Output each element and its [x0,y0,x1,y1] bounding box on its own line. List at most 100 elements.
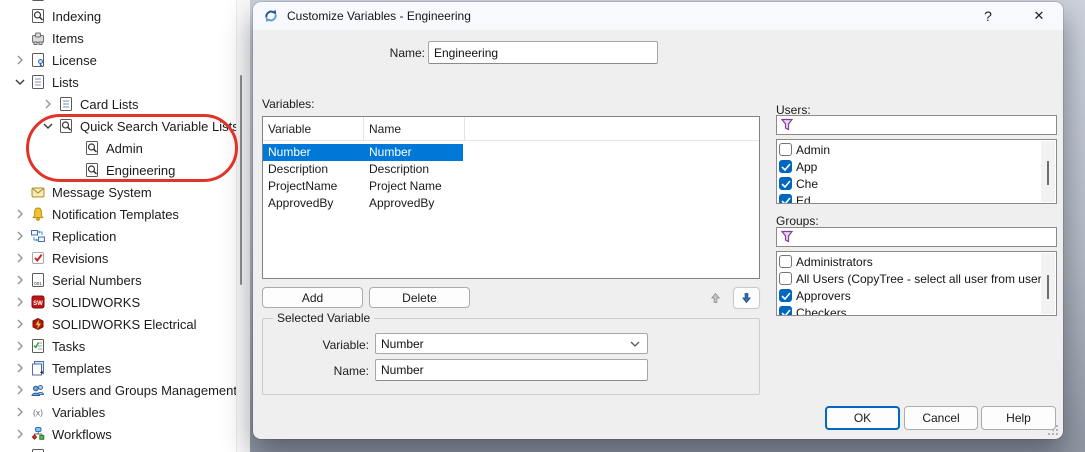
add-button[interactable]: Add [262,287,363,308]
variables-table-header[interactable]: Variable Name [263,117,759,141]
cell-name[interactable]: Project Name [364,178,463,195]
groups-checkbox-list[interactable]: Administrators All Users (CopyTree - sel… [776,251,1057,316]
checkbox-checked-icon[interactable] [779,194,792,204]
variables-listbox[interactable]: Variable Name Number Number Description … [262,116,760,279]
cell-variable[interactable]: ProjectName [263,178,363,195]
list-item[interactable]: Ed [779,192,811,204]
sidebar-item-card-lists[interactable]: Card Lists [38,93,139,115]
list-name-input[interactable] [428,41,658,64]
cell-variable[interactable]: ApprovedBy [263,195,363,212]
sidebar-item-solidworks-electrical[interactable]: SOLIDWORKS Electrical [10,313,196,335]
sidebar-item-serial-numbers[interactable]: 001 Serial Numbers [10,269,142,291]
sidebar-item-solidworks[interactable]: SW SOLIDWORKS [10,291,140,313]
users-filter-input[interactable] [797,116,1052,134]
dialog-titlebar[interactable]: Customize Variables - Engineering ? ✕ [253,2,1063,30]
cancel-button[interactable]: Cancel [904,406,978,430]
variable-dropdown[interactable]: Number [375,333,648,354]
sidebar-item-variables[interactable]: (x) Variables [10,401,105,423]
checkbox-checked-icon[interactable] [779,160,792,173]
sidebar-item-templates[interactable]: Templates [10,357,111,379]
cell-name[interactable]: Description [364,161,463,178]
users-filter[interactable] [776,115,1057,135]
arrow-down-icon [740,291,753,305]
chevron-down-icon[interactable] [10,74,30,90]
checkbox-unchecked-icon[interactable] [779,143,792,156]
sidebar-item-label: Card Lists [80,97,139,112]
sidebar-item-indexing[interactable]: Indexing [10,5,101,27]
selected-name-input[interactable] [375,359,648,381]
scrollbar-thumb[interactable] [1047,275,1049,299]
chevron-right-icon[interactable] [10,338,30,354]
sidebar-item-lists[interactable]: Lists [10,71,79,93]
chevron-right-icon[interactable] [10,250,30,266]
chevron-right-icon[interactable] [10,228,30,244]
sidebar-item-license[interactable]: License [10,49,97,71]
list-item[interactable]: Approvers [779,287,851,304]
checkbox-checked-icon[interactable] [779,306,792,316]
column-header-variable[interactable]: Variable [263,117,363,141]
delete-button[interactable]: Delete [369,287,470,308]
chevron-right-icon[interactable] [10,426,30,442]
sidebar-item-revisions[interactable]: Revisions [10,247,108,269]
chevron-right-icon[interactable] [10,404,30,420]
chevron-right-icon[interactable] [10,206,30,222]
list-item[interactable]: Che [779,175,818,192]
sidebar-scrollbar[interactable] [236,0,250,452]
checkbox-unchecked-icon[interactable] [779,255,792,268]
list-item[interactable]: App [779,158,817,175]
list-item[interactable]: Admin [779,141,830,158]
sidebar-item-notification-templates[interactable]: Notification Templates [10,203,179,225]
cell-name[interactable]: Number [364,144,463,161]
move-down-button[interactable] [733,287,760,309]
move-up-button[interactable] [702,287,729,309]
table-row[interactable]: Number Number [263,144,463,161]
sidebar-item-tasks[interactable]: Tasks [10,335,85,357]
column-header-name[interactable]: Name [364,117,464,141]
table-row[interactable]: ProjectName Project Name [263,178,463,195]
chevron-right-icon[interactable] [10,272,30,288]
chevron-right-icon[interactable] [10,382,30,398]
checkbox-checked-icon[interactable] [779,289,792,302]
cell-variable[interactable]: Number [263,144,363,161]
sidebar-item-users-and-groups-management[interactable]: Users and Groups Management [10,379,236,401]
sidebar-item-replication[interactable]: Replication [10,225,116,247]
close-icon[interactable]: ✕ [1019,2,1059,30]
license-icon [30,52,46,68]
groups-filter-input[interactable] [797,228,1052,246]
list-item[interactable]: Checkers [779,304,847,316]
checkbox-checked-icon[interactable] [779,177,792,190]
tree-item-partial-bottom[interactable] [10,445,52,452]
sidebar-item-workflows[interactable]: Workflows [10,423,112,445]
sidebar-item-message-system[interactable]: Message System [10,181,152,203]
cell-variable[interactable]: Description [263,161,363,178]
sidebar-item-engineering[interactable]: Engineering [64,159,175,181]
dialog-help-button[interactable]: ? [968,2,1008,30]
sidebar-item-quick-search-variable-lists[interactable]: Quick Search Variable Lists [38,115,236,137]
chevron-right-icon[interactable] [10,294,30,310]
cell-name[interactable]: ApprovedBy [364,195,463,212]
checkbox-unchecked-icon[interactable] [779,272,792,285]
resize-grip-icon[interactable] [1048,425,1058,435]
groups-filter[interactable] [776,227,1057,247]
list-item[interactable]: Administrators [779,253,873,270]
users-checkbox-list[interactable]: Admin App Che Ed [776,139,1057,204]
ok-button[interactable]: OK [825,406,900,430]
chevron-right-icon[interactable] [10,360,30,376]
list-item[interactable]: All Users (CopyTree - select all user fr… [779,270,1052,287]
sidebar-scrollbar-thumb[interactable] [240,75,242,285]
help-button[interactable]: Help [981,406,1056,430]
chevron-down-icon[interactable] [38,118,58,134]
chevron-down-icon [630,341,640,348]
scrollbar-thumb[interactable] [1047,161,1049,185]
table-row[interactable]: ApprovedBy ApprovedBy [263,195,463,212]
table-row[interactable]: Description Description [263,161,463,178]
chevron-right-icon[interactable] [10,52,30,68]
chevron-right-icon[interactable] [10,316,30,332]
column-divider[interactable] [464,117,465,141]
column-divider[interactable] [363,117,364,141]
sidebar-item-admin[interactable]: Admin [64,137,143,159]
sidebar-item-items[interactable]: Items [10,27,84,49]
groups-list-scrollbar[interactable] [1041,253,1055,314]
users-list-scrollbar[interactable] [1041,141,1055,202]
chevron-right-icon[interactable] [38,96,58,112]
